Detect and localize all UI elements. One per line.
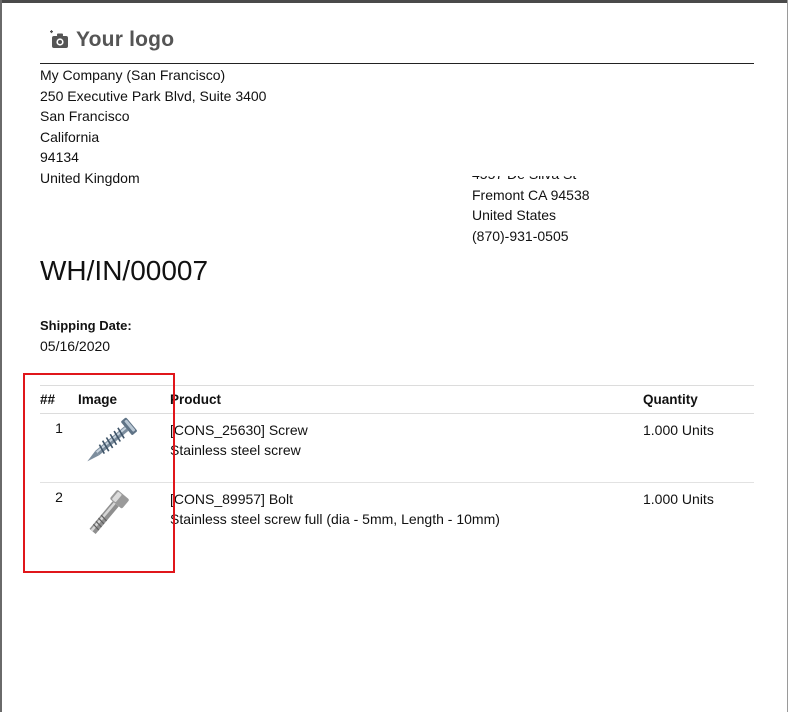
company-name: My Company (San Francisco)	[40, 67, 226, 83]
table-row: 1 [CONS_25630] Screw Stainless steel scr…	[40, 413, 754, 483]
shipping-date-value: 05/16/2020	[40, 338, 111, 354]
product-description: Stainless steel screw	[170, 442, 301, 458]
column-header-product: Product	[170, 385, 643, 414]
partner-city-line: Fremont CA 94538	[472, 186, 590, 203]
product-cell: [CONS_25630] Screw Stainless steel screw	[170, 413, 643, 483]
screw-image	[87, 417, 137, 462]
camera-icon	[50, 30, 68, 48]
product-image-cell	[78, 483, 170, 552]
company-state: California	[40, 128, 100, 145]
quantity-cell: 1.000 Units	[643, 491, 714, 507]
product-name: [CONS_25630] Screw	[170, 422, 308, 438]
column-header-quantity: Quantity	[643, 385, 754, 414]
column-header-number: ##	[40, 385, 78, 414]
column-header-image: Image	[78, 385, 170, 414]
partner-country: United States	[472, 207, 557, 223]
quantity-cell: 1.000 Units	[643, 413, 754, 483]
shipping-date-label: Shipping Date:	[40, 318, 132, 333]
company-address: My Company (San Francisco) 250 Executive…	[40, 65, 266, 188]
document-reference: WH/IN/00007	[40, 255, 209, 286]
window-top-edge	[0, 0, 788, 3]
company-city: San Francisco	[40, 108, 130, 124]
window-left-edge	[0, 0, 2, 712]
company-zip: 94134	[40, 149, 79, 165]
product-description: Stainless steel screw full (dia - 5mm, L…	[170, 511, 500, 527]
partner-address: 4557 De Silva St Fremont CA 94538 United…	[472, 176, 672, 264]
header-divider	[40, 63, 754, 64]
row-number: 1	[40, 413, 78, 483]
move-lines-table: ## Image Product Quantity 1 [CONS_25630]…	[40, 385, 754, 551]
company-logo: Your logo	[50, 28, 174, 52]
company-street: 250 Executive Park Blvd, Suite 3400	[40, 87, 267, 104]
logo-text: Your logo	[76, 28, 175, 51]
product-image-cell	[78, 413, 170, 483]
row-number: 2	[55, 489, 63, 505]
table-header-row: ## Image Product Quantity	[40, 385, 754, 414]
bolt-image	[89, 490, 129, 534]
product-name: [CONS_89957] Bolt	[170, 491, 293, 507]
table-row: 2 [CONS_89957] Bolt Stainless steel scre…	[40, 483, 754, 552]
product-cell: [CONS_89957] Bolt Stainless steel screw …	[170, 483, 643, 552]
company-country: United Kingdom	[40, 169, 140, 186]
partner-phone: (870)-931-0505	[472, 227, 569, 244]
partner-street: 4557 De Silva St	[472, 176, 672, 185]
